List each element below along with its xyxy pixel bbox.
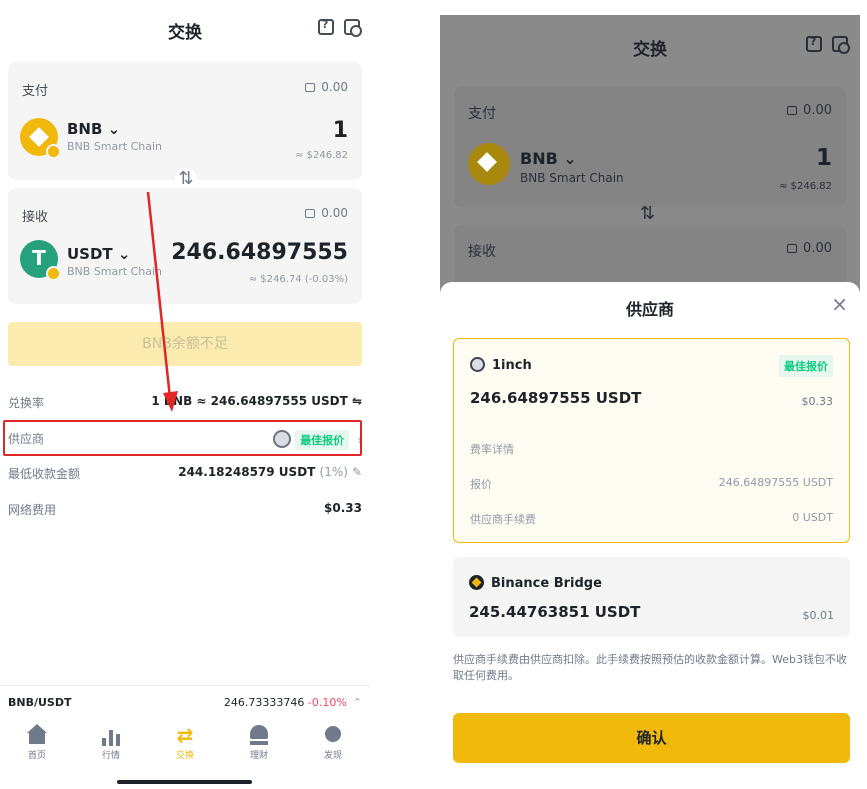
- chevron-right-icon: ›: [357, 433, 362, 447]
- network-fee-value: $0.33: [324, 501, 362, 515]
- receive-usd-value: ≈ $246.74 (-0.03%): [248, 274, 348, 285]
- pay-usd-value: ≈ $246.82: [779, 181, 832, 192]
- provider-fee-value: 0 USDT: [792, 511, 833, 524]
- discover-icon: [322, 724, 344, 746]
- ticker-change: -0.10%: [307, 696, 347, 709]
- tab-swap[interactable]: ⇄ 交换: [148, 718, 222, 768]
- pay-card: 支付 0.00 BNB ⌄ BNB Smart Chain 1 ≈ $246.8…: [8, 62, 362, 180]
- receive-balance: 0.00: [305, 206, 348, 220]
- fee-details-title: 费率详情: [470, 443, 514, 456]
- market-icon: [100, 724, 122, 746]
- exchange-rate-label: 兑换率: [8, 396, 45, 410]
- pay-balance: 0.00: [787, 103, 832, 118]
- earn-icon: [248, 724, 270, 746]
- fee-note: 供应商手续费由供应商扣除。此手续费按照预估的收款金额计算。Web3钱包不收取任何…: [453, 653, 847, 682]
- provider-fee: $0.01: [802, 609, 835, 622]
- swap-screen: 交换 支付 0.00 BNB ⌄ BNB Smart Chain 1 ≈ $24…: [0, 0, 370, 789]
- close-icon[interactable]: ×: [831, 292, 848, 316]
- pay-label: 支付: [22, 84, 49, 99]
- ticker-price: 246.73333746: [223, 696, 305, 709]
- usdt-token-icon[interactable]: [20, 240, 61, 281]
- swap-direction-icon: ⇅: [640, 203, 656, 224]
- 1inch-logo-icon: [273, 430, 292, 448]
- min-receive-value: 244.18248579 USDT: [178, 465, 316, 479]
- receive-card: 接收 0.00 USDT ⌄ BNB Smart Chain 246.64897…: [8, 188, 362, 304]
- swap-direction-icon[interactable]: ⇅: [175, 168, 197, 190]
- wallet-icon: [305, 83, 316, 92]
- pay-amount-input[interactable]: 1: [333, 118, 348, 143]
- provider-name: 1inch: [492, 358, 532, 373]
- quote-value: 246.64897555 USDT: [718, 476, 833, 489]
- pay-usd-value: ≈ $246.82: [295, 150, 348, 161]
- provider-fee-label: 供应商手续费: [470, 513, 536, 526]
- exchange-rate-row[interactable]: 兑换率 1 BNB ≈ 246.64897555 USDT ⇋: [0, 386, 370, 418]
- provider-name: Binance Bridge: [491, 576, 602, 591]
- help-icon[interactable]: [318, 18, 334, 35]
- provider-amount: 246.64897555 USDT: [470, 389, 642, 407]
- insufficient-balance-button[interactable]: BNB余额不足: [8, 322, 362, 366]
- pay-chain: BNB Smart Chain: [67, 140, 163, 153]
- wallet-icon: [787, 244, 798, 253]
- receive-card: 接收 0.00: [454, 225, 846, 285]
- network-fee-row: 网络费用 $0.33: [0, 493, 370, 525]
- bottom-tab-bar: 首页 行情 ⇄ 交换 理财 发现: [0, 718, 370, 768]
- quote-label: 报价: [470, 478, 492, 491]
- min-receive-row: 最低收款金额 244.18248579 USDT (1%) ✎: [0, 457, 370, 489]
- pay-amount: 1: [815, 145, 832, 171]
- 1inch-logo-icon: [470, 357, 485, 372]
- pay-token-selector[interactable]: BNB ⌄: [67, 120, 120, 138]
- receive-balance: 0.00: [787, 241, 832, 256]
- tab-market[interactable]: 行情: [74, 718, 148, 768]
- exchange-rate-value: 1 BNB ≈ 246.64897555 USDT ⇋: [151, 394, 362, 408]
- page-title: 交换: [168, 23, 202, 43]
- best-quote-badge: 最佳报价: [779, 355, 833, 377]
- price-ticker[interactable]: BNB/USDT 246.73333746 -0.10% ⌃: [0, 685, 370, 715]
- provider-bottom-sheet: 供应商 × 1inch 最佳报价 246.64897555 USDT $0.33…: [440, 282, 860, 782]
- history-icon[interactable]: [344, 19, 362, 37]
- pay-balance: 0.00: [305, 80, 348, 94]
- chevron-up-icon: ⌃: [352, 696, 362, 709]
- pay-label: 支付: [468, 106, 496, 122]
- provider-row[interactable]: 供应商 最佳报价 ›: [0, 422, 370, 454]
- header: 交换: [0, 14, 370, 44]
- wallet-icon: [305, 209, 316, 218]
- edit-icon[interactable]: ✎: [352, 465, 362, 479]
- help-icon: [806, 35, 822, 52]
- best-quote-badge: 最佳报价: [295, 430, 350, 450]
- home-indicator: [117, 780, 252, 784]
- provider-option-1inch[interactable]: 1inch 最佳报价 246.64897555 USDT $0.33 费率详情 …: [453, 338, 850, 543]
- home-icon: [26, 724, 48, 746]
- tab-earn[interactable]: 理财: [222, 718, 296, 768]
- provider-amount: 245.44763851 USDT: [469, 603, 641, 621]
- receive-amount: 246.64897555: [171, 240, 348, 265]
- page-title: 交换: [633, 40, 667, 60]
- binance-bridge-logo-icon: [469, 575, 484, 590]
- receive-label: 接收: [22, 210, 49, 225]
- bnb-token-icon: [468, 143, 510, 185]
- pay-card: 支付 0.00 BNB ⌄ BNB Smart Chain 1 ≈ $246.8…: [454, 87, 846, 207]
- provider-label: 供应商: [8, 432, 45, 446]
- confirm-button[interactable]: 确认: [453, 713, 850, 763]
- history-icon: [832, 36, 850, 54]
- receive-chain: BNB Smart Chain: [67, 265, 163, 278]
- tab-discover[interactable]: 发现: [296, 718, 370, 768]
- network-fee-label: 网络费用: [8, 503, 57, 517]
- sheet-title: 供应商: [625, 300, 674, 319]
- swap-icon: ⇄: [176, 723, 194, 747]
- tab-home[interactable]: 首页: [0, 718, 74, 768]
- chain-badge-icon: [46, 266, 61, 281]
- receive-token-selector[interactable]: USDT ⌄: [67, 245, 130, 263]
- provider-fee: $0.33: [801, 395, 834, 408]
- slippage-pct: (1%): [319, 465, 348, 479]
- pay-token-selector: BNB ⌄: [520, 149, 577, 168]
- receive-label: 接收: [468, 244, 496, 260]
- ticker-pair: BNB/USDT: [8, 696, 72, 709]
- provider-option-binance-bridge[interactable]: Binance Bridge 245.44763851 USDT $0.01: [453, 557, 850, 637]
- chain-badge-icon: [46, 144, 61, 159]
- min-receive-label: 最低收款金额: [8, 467, 81, 481]
- pay-chain: BNB Smart Chain: [520, 171, 624, 185]
- provider-sheet-screen: 交换 支付 0.00 BNB ⌄ BNB Smart Chain 1 ≈ $24…: [440, 15, 860, 782]
- wallet-icon: [787, 106, 798, 115]
- bnb-token-icon[interactable]: [20, 118, 61, 159]
